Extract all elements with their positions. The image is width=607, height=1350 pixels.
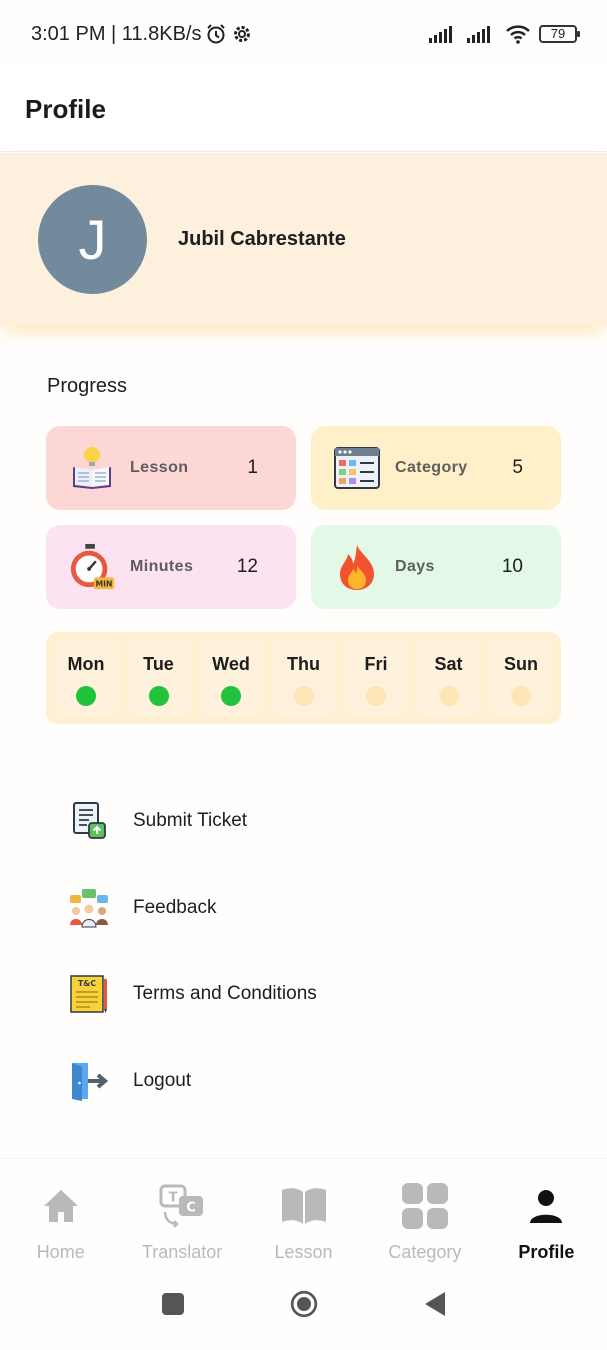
stat-card-days[interactable]: Days 10 [311,525,561,609]
svg-text:T&C: T&C [78,979,96,988]
stat-value: 10 [501,556,523,577]
svg-text:T: T [169,1191,178,1206]
menu-label: Logout [133,1070,192,1091]
alarm-icon [205,23,227,45]
logout-door-icon [68,1060,110,1102]
day-status-dot [293,686,314,706]
nav-label: Category [388,1242,462,1262]
weekly-streak: Mon Tue Wed Thu Fri Sat Sun [46,632,561,724]
open-book-bulb-icon [68,444,116,492]
day-thu: Thu [271,640,336,716]
menu-logout[interactable]: Logout [68,1051,548,1111]
profile-name: Jubil Cabrestante [178,227,346,250]
menu-terms-and-conditions[interactable]: T&C Terms and Conditions [68,964,548,1024]
status-time: 3:01 PM | 11.8KB/s [31,22,202,45]
day-status-dot [366,686,386,706]
menu-label: Terms and Conditions [133,983,317,1004]
nav-label: Home [36,1242,85,1262]
battery-indicator: 79 [539,25,580,43]
ticket-document-icon [68,800,110,842]
category-grid-icon [333,444,381,492]
stat-value: 12 [236,556,258,577]
person-icon [521,1181,571,1231]
system-navigation-bar [0,1268,607,1350]
recent-apps-button[interactable] [159,1290,187,1318]
day-status-dot [438,686,459,706]
stat-card-category[interactable]: Category 5 [311,426,561,510]
day-status-dot [511,686,531,706]
day-label: Sat [434,654,463,674]
stat-card-lesson[interactable]: Lesson 1 [46,426,296,510]
nav-lesson[interactable]: Lesson [243,1159,364,1268]
day-fri: Fri [344,640,408,716]
day-mon: Mon [54,640,118,716]
avatar[interactable]: J [38,184,147,294]
day-status-dot [76,686,96,706]
day-wed: Wed [199,640,263,716]
day-tue: Tue [126,640,191,716]
day-label: Tue [143,654,174,674]
day-label: Fri [364,654,388,674]
nav-label: Translator [141,1242,223,1262]
translator-icon: T C [157,1181,207,1231]
svg-text:MIN: MIN [96,580,113,589]
grid-icon [400,1181,450,1231]
nav-label: Profile [518,1242,575,1262]
stat-value: 1 [247,457,258,478]
menu-submit-ticket[interactable]: Submit Ticket [68,791,548,851]
page-title: Profile [25,94,106,124]
nav-home[interactable]: Home [0,1159,121,1268]
stopwatch-icon: MIN [68,543,116,591]
menu-label: Submit Ticket [133,810,248,831]
feedback-people-icon [68,887,110,929]
day-label: Sun [504,654,538,674]
terms-document-icon: T&C [68,973,110,1015]
stat-label: Minutes [130,558,194,575]
day-label: Thu [287,654,320,674]
day-label: Mon [67,654,105,674]
menu-label: Feedback [133,897,217,918]
day-status-dot [148,686,169,706]
status-bar: 3:01 PM | 11.8KB/s 79 [0,0,607,68]
day-status-dot [221,686,241,706]
settings-gear-icon [231,23,253,45]
menu-feedback[interactable]: Feedback [68,878,548,938]
book-icon [279,1181,329,1231]
stat-value: 5 [512,457,523,478]
signal-icon-2 [467,25,497,43]
signal-icon [429,25,459,43]
nav-profile[interactable]: Profile [486,1159,607,1268]
svg-text:C: C [186,1201,196,1216]
stat-label: Days [395,558,435,575]
profile-header: J Jubil Cabrestante [0,153,607,325]
back-button[interactable] [421,1290,449,1318]
day-label: Wed [212,654,250,674]
fire-icon [333,543,381,591]
nav-label: Lesson [274,1242,333,1262]
app-bar: Profile [0,68,607,152]
progress-title: Progress [47,375,128,397]
day-sun: Sun [489,640,553,716]
home-icon [36,1181,86,1231]
stat-card-minutes[interactable]: MIN Minutes 12 [46,525,296,609]
stat-label: Lesson [130,459,189,476]
wifi-icon [505,24,531,44]
bottom-navigation: Home T C Translator Lesson Category Prof… [0,1158,607,1268]
home-button[interactable] [290,1290,318,1318]
nav-category[interactable]: Category [364,1159,485,1268]
day-sat: Sat [416,640,481,716]
nav-translator[interactable]: T C Translator [121,1159,242,1268]
stat-label: Category [395,459,468,476]
